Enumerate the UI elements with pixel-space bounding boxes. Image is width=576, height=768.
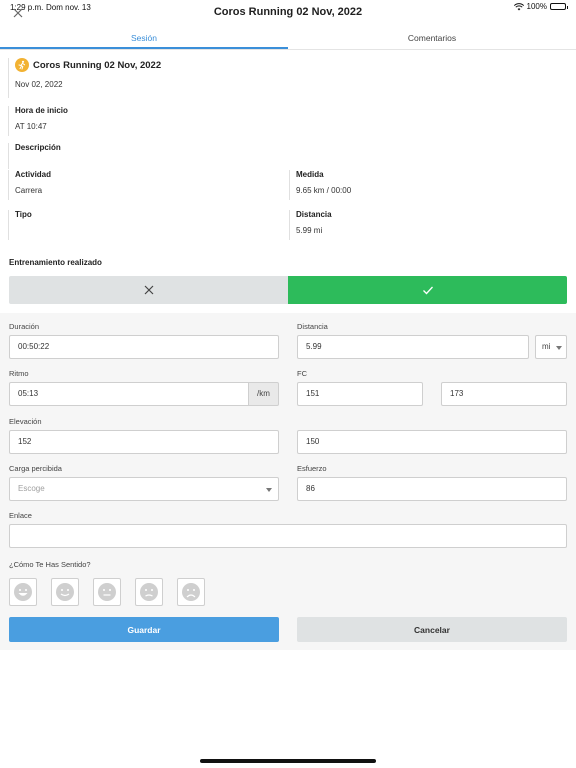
elevation-input-2[interactable]: 150 <box>297 430 567 454</box>
completed-button[interactable] <box>288 276 567 304</box>
feeling-very-sad[interactable] <box>177 578 205 606</box>
elevation-label: Elevación <box>9 417 42 426</box>
face-neutral-icon <box>98 583 116 601</box>
face-sad-icon <box>140 583 158 601</box>
pace-label: Ritmo <box>9 369 29 378</box>
type-label: Tipo <box>15 210 32 219</box>
type-block: Tipo <box>8 210 288 240</box>
completed-label: Entrenamiento realizado <box>9 258 102 267</box>
chevron-down-icon <box>266 488 272 492</box>
runner-icon <box>15 58 29 72</box>
duration-label: Duración <box>9 322 40 331</box>
save-button[interactable]: Guardar <box>9 617 279 642</box>
tab-bar: Sesión Comentarios <box>0 28 576 50</box>
activity-label: Actividad <box>15 170 52 179</box>
distance-value: 5.99 mi <box>296 226 323 235</box>
description-block: Descripción <box>8 143 568 169</box>
effort-label: Esfuerzo <box>297 464 327 473</box>
distance-input[interactable]: 5.99 <box>297 335 529 359</box>
measure-block: Medida 9.65 km / 00:00 <box>289 170 569 200</box>
load-label: Carga percibida <box>9 464 62 473</box>
face-very-sad-icon <box>182 583 200 601</box>
check-icon <box>422 286 433 295</box>
feeling-happy[interactable] <box>51 578 79 606</box>
description-label: Descripción <box>15 143 61 152</box>
activity-block: Actividad Carrera <box>8 170 288 200</box>
distance-block: Distancia 5.99 mi <box>289 210 569 240</box>
distance-label: Distancia <box>296 210 332 219</box>
chevron-down-icon <box>556 346 562 350</box>
not-completed-button[interactable] <box>9 276 288 304</box>
effort-input[interactable]: 86 <box>297 477 567 501</box>
measure-value: 9.65 km / 00:00 <box>296 186 352 195</box>
cancel-button[interactable]: Cancelar <box>297 617 567 642</box>
home-indicator[interactable] <box>200 759 376 763</box>
session-title: Coros Running 02 Nov, 2022 <box>33 59 162 71</box>
load-select[interactable]: Escoge <box>9 477 279 501</box>
completed-toggle <box>9 276 567 304</box>
distance-unit-select[interactable]: mi <box>535 335 567 359</box>
measure-label: Medida <box>296 170 324 179</box>
start-time-block: Hora de inicio AT 10:47 <box>8 106 568 136</box>
session-header: Coros Running 02 Nov, 2022 Nov 02, 2022 <box>8 58 568 98</box>
pace-input[interactable]: 05:13 <box>9 382 249 406</box>
link-input[interactable] <box>9 524 567 548</box>
feeling-neutral[interactable] <box>93 578 121 606</box>
pace-unit-suffix: /km <box>249 382 279 406</box>
duration-input[interactable]: 00:50:22 <box>9 335 279 359</box>
activity-value: Carrera <box>15 186 43 195</box>
feeling-options <box>9 578 205 606</box>
start-time-label: Hora de inicio <box>15 106 68 115</box>
tab-comentarios[interactable]: Comentarios <box>288 28 576 49</box>
page-title: Coros Running 02 Nov, 2022 <box>213 6 363 18</box>
session-headline: Coros Running 02 Nov, 2022 <box>15 58 568 72</box>
tab-sesion[interactable]: Sesión <box>0 28 288 49</box>
session-date: Nov 02, 2022 <box>15 80 63 89</box>
hr-label: FC <box>297 369 307 378</box>
x-icon <box>144 285 153 295</box>
hr-input-1[interactable]: 151 <box>297 382 423 406</box>
load-select-placeholder: Escoge <box>18 484 45 493</box>
form-distance-label: Distancia <box>297 322 328 331</box>
elevation-input-1[interactable]: 152 <box>9 430 279 454</box>
feeling-very-happy[interactable] <box>9 578 37 606</box>
start-time-value: AT 10:47 <box>15 122 47 131</box>
face-happy-icon <box>56 583 74 601</box>
feeling-sad[interactable] <box>135 578 163 606</box>
face-very-happy-icon <box>14 583 32 601</box>
link-label: Enlace <box>9 511 32 520</box>
feeling-label: ¿Cómo Te Has Sentido? <box>9 560 91 569</box>
distance-unit-value: mi <box>542 342 551 351</box>
hr-input-2[interactable]: 173 <box>441 382 567 406</box>
